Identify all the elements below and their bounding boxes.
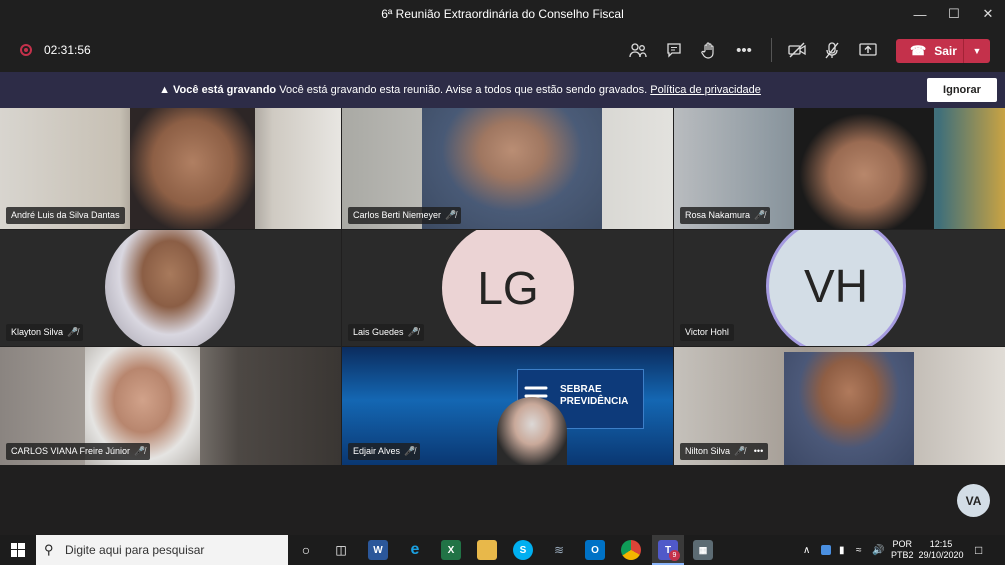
- participant-name: Carlos Berti Niemeyer 🎤̸: [348, 207, 462, 224]
- video-tile[interactable]: SEBRAE PREVIDÊNCIA Edjair Alves 🎤̸: [342, 347, 673, 465]
- windows-start-icon[interactable]: [0, 535, 36, 565]
- participant-name: Nilton Silva 🎤̸ •••: [680, 443, 769, 460]
- share-screen-icon[interactable]: [856, 38, 880, 62]
- window-title: 6ª Reunião Extraordinária do Conselho Fi…: [381, 7, 624, 21]
- cortana-icon[interactable]: ○: [296, 540, 316, 560]
- file-explorer-icon[interactable]: [477, 540, 497, 560]
- participants-icon[interactable]: [626, 38, 650, 62]
- video-tile[interactable]: Rosa Nakamura 🎤̸: [674, 108, 1005, 229]
- edge-icon[interactable]: e: [405, 540, 425, 560]
- mic-off-icon: 🎤̸: [407, 327, 419, 337]
- raise-hand-icon[interactable]: [697, 38, 721, 62]
- more-actions-icon[interactable]: •••: [732, 38, 756, 62]
- search-icon: ⚲: [44, 542, 54, 557]
- banner-message: Você está gravando esta reunião. Avise a…: [279, 84, 648, 96]
- mic-off-icon: 🎤̸: [404, 446, 416, 456]
- chevron-down-icon[interactable]: ▼: [963, 39, 990, 63]
- wifi-icon[interactable]: ≈: [856, 535, 862, 565]
- avatar: LG: [442, 230, 574, 346]
- toolbar-separator: [771, 38, 772, 62]
- recording-icon: [20, 44, 32, 56]
- outlook-icon[interactable]: O: [585, 540, 605, 560]
- video-tile[interactable]: CARLOS VIANA Freire Júnior 🎤̸: [0, 347, 341, 465]
- clock[interactable]: 12:15 29/10/2020: [918, 535, 963, 565]
- video-tile[interactable]: André Luis da Silva Dantas: [0, 108, 341, 229]
- show-hidden-icons-icon[interactable]: ∧: [803, 535, 810, 565]
- participant-name: Edjair Alves 🎤̸: [348, 443, 421, 460]
- skype-icon[interactable]: S: [513, 540, 533, 560]
- participant-video: [784, 352, 914, 465]
- recording-banner: ▲ Você está gravando Você está gravando …: [0, 72, 1005, 108]
- title-bar: 6ª Reunião Extraordinária do Conselho Fi…: [0, 0, 1005, 28]
- avatar: VH: [766, 230, 906, 346]
- participant-name: Klayton Silva 🎤̸: [6, 324, 84, 341]
- camera-off-icon[interactable]: [785, 38, 809, 62]
- more-options-icon[interactable]: •••: [754, 446, 763, 456]
- participant-video: [130, 108, 255, 229]
- meeting-timer: 02:31:56: [44, 43, 91, 57]
- close-icon[interactable]: ✕: [971, 0, 1005, 28]
- self-avatar[interactable]: VA: [957, 484, 990, 517]
- banner-title: Você está gravando: [173, 84, 277, 96]
- participant-video: [794, 108, 934, 229]
- mic-off-icon: 🎤̸: [754, 210, 766, 220]
- meeting-toolbar: 02:31:56 ••• ☎ Sair ▼: [0, 28, 1005, 72]
- mic-off-icon: 🎤̸: [67, 327, 79, 337]
- task-view-icon[interactable]: ◫: [331, 540, 351, 560]
- warning-icon: ▲: [159, 84, 170, 96]
- battery-icon[interactable]: ▮: [839, 535, 845, 565]
- video-tile[interactable]: VH Victor Hohl: [674, 230, 1005, 346]
- participant-name: André Luis da Silva Dantas: [6, 207, 125, 224]
- chrome-icon[interactable]: [621, 540, 641, 560]
- leave-button[interactable]: ☎ Sair ▼: [896, 39, 990, 63]
- mic-off-icon[interactable]: [820, 38, 844, 62]
- maximize-icon[interactable]: ☐: [937, 0, 971, 28]
- teams-taskbar-button[interactable]: T 9: [652, 535, 684, 565]
- mic-off-icon: 🎤̸: [134, 446, 146, 456]
- video-tile[interactable]: Nilton Silva 🎤̸ •••: [674, 347, 1005, 465]
- video-tile[interactable]: LG Lais Guedes 🎤̸: [342, 230, 673, 346]
- ignore-button[interactable]: Ignorar: [927, 78, 997, 102]
- excel-icon[interactable]: X: [441, 540, 461, 560]
- taskbar: ⚲ Digite aqui para pesquisar ○ ◫ W e X S…: [0, 535, 1005, 565]
- minimize-icon[interactable]: —: [903, 0, 937, 28]
- leave-label: Sair: [934, 44, 957, 58]
- participant-name: Victor Hohl: [680, 324, 734, 341]
- participant-name: Rosa Nakamura 🎤̸: [680, 207, 771, 224]
- notification-badge: 9: [669, 550, 680, 561]
- volume-icon[interactable]: 🔊: [872, 535, 884, 565]
- language-indicator[interactable]: POR PTB2: [891, 535, 915, 565]
- mic-off-icon: 🎤̸: [734, 446, 746, 456]
- participant-name: CARLOS VIANA Freire Júnior 🎤̸: [6, 443, 151, 460]
- app-icon[interactable]: ≋: [549, 540, 569, 560]
- sebrae-logo-text: SEBRAE PREVIDÊNCIA: [560, 384, 629, 407]
- tray-app-icon[interactable]: [821, 535, 831, 565]
- video-tile[interactable]: Klayton Silva 🎤̸: [0, 230, 341, 346]
- chat-icon[interactable]: [662, 38, 686, 62]
- video-tile[interactable]: Carlos Berti Niemeyer 🎤̸: [342, 108, 673, 229]
- avatar: [105, 230, 235, 346]
- calculator-icon[interactable]: ▦: [693, 540, 713, 560]
- participant-name: Lais Guedes 🎤̸: [348, 324, 424, 341]
- participant-video: [497, 397, 567, 465]
- notifications-icon[interactable]: □: [975, 535, 982, 565]
- mic-off-icon: 🎤̸: [445, 210, 457, 220]
- phone-hangup-icon: ☎: [910, 43, 927, 58]
- word-icon[interactable]: W: [368, 540, 388, 560]
- privacy-policy-link[interactable]: Política de privacidade: [650, 84, 761, 96]
- search-placeholder: Digite aqui para pesquisar: [65, 543, 205, 557]
- taskbar-search[interactable]: ⚲ Digite aqui para pesquisar: [36, 535, 288, 565]
